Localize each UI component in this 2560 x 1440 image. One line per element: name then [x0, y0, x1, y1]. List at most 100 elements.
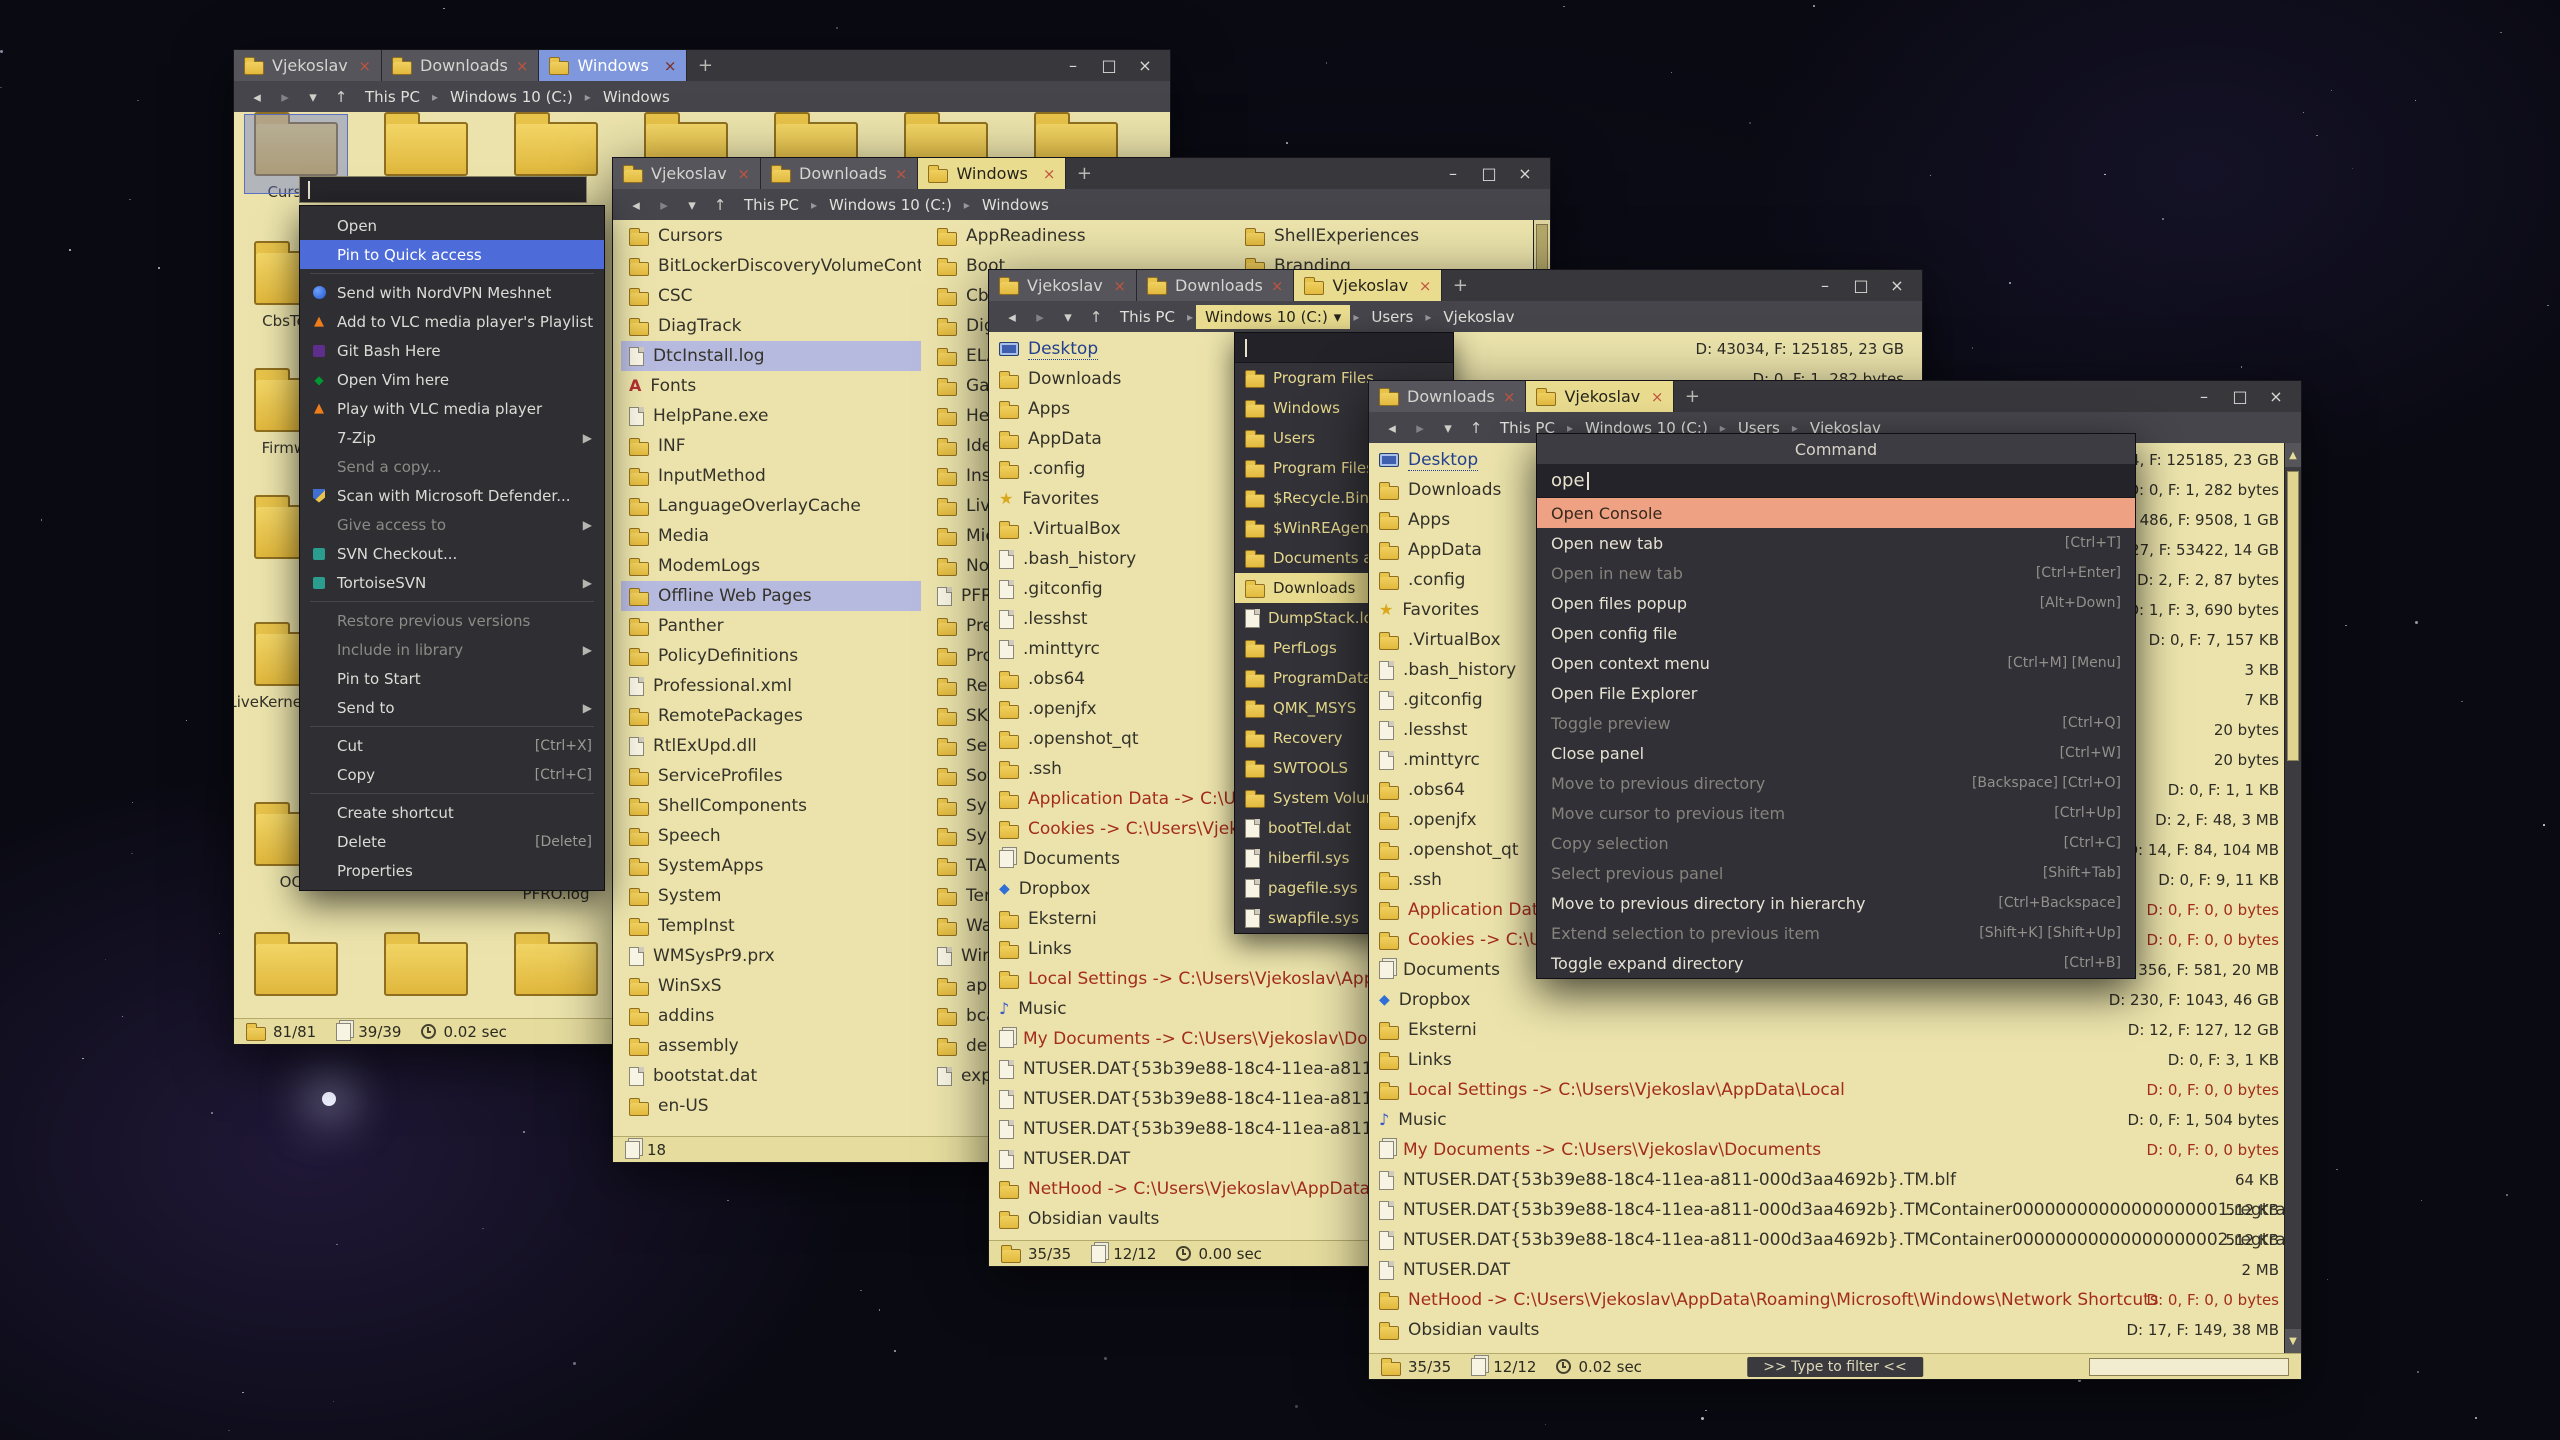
- breadcrumb-this-pc[interactable]: This PC: [1111, 305, 1184, 329]
- type-to-filter-hint[interactable]: >> Type to filter <<: [1747, 1357, 1923, 1377]
- menu-item-give-access-to[interactable]: Give access to▶: [300, 510, 604, 539]
- file-item-diagtrack[interactable]: DiagTrack: [621, 311, 921, 341]
- palette-item-open-in-new-tab[interactable]: Open in new tab[Ctrl+Enter]: [1537, 558, 2135, 588]
- forward-button[interactable]: ▸: [1407, 419, 1433, 437]
- breadcrumb-users[interactable]: Users: [1362, 305, 1422, 329]
- tab-vjekoslav[interactable]: Vjekoslav×: [234, 50, 382, 81]
- status-filter-input[interactable]: [2089, 1358, 2289, 1376]
- tab-close-icon[interactable]: ×: [895, 165, 908, 183]
- breadcrumb-windows[interactable]: Windows: [973, 193, 1058, 217]
- palette-item-move-to-previous-directory-in-hierarchy[interactable]: Move to previous directory in hierarchy[…: [1537, 888, 2135, 918]
- minimize-button[interactable]: –: [1058, 56, 1088, 75]
- history-dropdown-button[interactable]: ▾: [679, 196, 705, 214]
- menu-item-7-zip[interactable]: 7-Zip▶: [300, 423, 604, 452]
- file-item-bootstat-dat[interactable]: bootstat.dat: [621, 1061, 921, 1091]
- tab-windows[interactable]: Windows×: [539, 50, 687, 81]
- file-item-ntuser-dat-53b39e88-18c4-11ea-a811-000d3aa4692b-tm-blf[interactable]: NTUSER.DAT{53b39e88-18c4-11ea-a811-000d3…: [1369, 1165, 2283, 1195]
- new-tab-button[interactable]: +: [687, 50, 723, 81]
- breadcrumb-windows-10-c[interactable]: Windows 10 (C:)▾: [1196, 305, 1350, 329]
- menu-item-git-bash-here[interactable]: Git Bash Here: [300, 336, 604, 365]
- breadcrumb-windows[interactable]: Windows: [594, 85, 679, 109]
- file-item-speech[interactable]: Speech: [621, 821, 921, 851]
- file-item-languageoverlaycache[interactable]: LanguageOverlayCache: [621, 491, 921, 521]
- file-item-media[interactable]: Media: [621, 521, 921, 551]
- up-button[interactable]: ↑: [328, 88, 354, 106]
- tab-close-icon[interactable]: ×: [1419, 277, 1432, 295]
- menu-item-play-with-vlc-media-player[interactable]: ▲Play with VLC media player: [300, 394, 604, 423]
- file-item-modemlogs[interactable]: ModemLogs: [621, 551, 921, 581]
- tab-vjekoslav[interactable]: Vjekoslav×: [989, 270, 1137, 301]
- tab-downloads[interactable]: Downloads×: [382, 50, 539, 81]
- file-item-system[interactable]: System: [621, 881, 921, 911]
- file-item-rtlexupd-dll[interactable]: RtlExUpd.dll: [621, 731, 921, 761]
- minimize-button[interactable]: –: [1810, 276, 1840, 295]
- tab-close-icon[interactable]: ×: [1113, 277, 1126, 295]
- breadcrumb-this-pc[interactable]: This PC: [735, 193, 808, 217]
- breadcrumb-vjekoslav[interactable]: Vjekoslav: [1434, 305, 1523, 329]
- menu-item-send-a-copy[interactable]: Send a copy...: [300, 452, 604, 481]
- forward-button[interactable]: ▸: [651, 196, 677, 214]
- menu-item-send-with-nordvpn-meshnet[interactable]: Send with NordVPN Meshnet: [300, 278, 604, 307]
- grid-item-folder[interactable]: [496, 122, 616, 176]
- file-item-remotepackages[interactable]: RemotePackages: [621, 701, 921, 731]
- breadcrumb-this-pc[interactable]: This PC: [356, 85, 429, 109]
- menu-item-properties[interactable]: Properties: [300, 856, 604, 885]
- file-item-nethood[interactable]: NetHood -> C:\Users\Vjekoslav\AppData\Ro…: [1369, 1285, 2283, 1315]
- tab-close-icon[interactable]: ×: [1503, 388, 1516, 406]
- menu-item-restore-previous-versions[interactable]: Restore previous versions: [300, 606, 604, 635]
- palette-item-copy-selection[interactable]: Copy selection[Ctrl+C]: [1537, 828, 2135, 858]
- close-button[interactable]: ×: [1130, 56, 1160, 75]
- file-item-music[interactable]: ♪MusicD: 0, F: 1, 504 bytes: [1369, 1105, 2283, 1135]
- forward-button[interactable]: ▸: [272, 88, 298, 106]
- file-item-assembly[interactable]: assembly: [621, 1031, 921, 1061]
- close-button[interactable]: ×: [1510, 164, 1540, 183]
- tab-windows[interactable]: Windows×: [918, 158, 1066, 189]
- file-item-dtcinstall-log[interactable]: DtcInstall.log: [621, 341, 921, 371]
- file-item-systemapps[interactable]: SystemApps: [621, 851, 921, 881]
- file-item-en-us[interactable]: en-US: [621, 1091, 921, 1121]
- file-item-my-documents[interactable]: My Documents -> C:\Users\Vjekoslav\Docum…: [1369, 1135, 2283, 1165]
- file-item-helppane-exe[interactable]: HelpPane.exe: [621, 401, 921, 431]
- menu-item-svn-checkout[interactable]: SVN Checkout...: [300, 539, 604, 568]
- maximize-button[interactable]: □: [1474, 164, 1504, 183]
- grid-item-folder[interactable]: [366, 942, 486, 996]
- command-palette-input[interactable]: ope: [1537, 464, 2135, 498]
- palette-item-open-files-popup[interactable]: Open files popup[Alt+Down]: [1537, 588, 2135, 618]
- palette-item-close-panel[interactable]: Close panel[Ctrl+W]: [1537, 738, 2135, 768]
- menu-item-send-to[interactable]: Send to▶: [300, 693, 604, 722]
- new-tab-button[interactable]: +: [1442, 270, 1478, 301]
- palette-item-open-config-file[interactable]: Open config file: [1537, 618, 2135, 648]
- file-item-panther[interactable]: Panther: [621, 611, 921, 641]
- breadcrumb-windows-10-c[interactable]: Windows 10 (C:): [441, 85, 582, 109]
- tab-close-icon[interactable]: ×: [1651, 388, 1664, 406]
- menu-item-open-vim-here[interactable]: ◆Open Vim here: [300, 365, 604, 394]
- tab-close-icon[interactable]: ×: [358, 57, 371, 75]
- menu-item-include-in-library[interactable]: Include in library▶: [300, 635, 604, 664]
- win3-tabbar[interactable]: Vjekoslav×Downloads×Vjekoslav×+–□×: [989, 270, 1922, 301]
- menu-item-delete[interactable]: Delete[Delete]: [300, 827, 604, 856]
- menu-item-tortoisesvn[interactable]: TortoiseSVN▶: [300, 568, 604, 597]
- palette-item-move-to-previous-directory[interactable]: Move to previous directory[Backspace] [C…: [1537, 768, 2135, 798]
- file-item-ntuser-dat[interactable]: NTUSER.DAT2 MB: [1369, 1255, 2283, 1285]
- tab-downloads[interactable]: Downloads×: [1369, 381, 1526, 412]
- palette-item-extend-selection-to-previous-item[interactable]: Extend selection to previous item[Shift+…: [1537, 918, 2135, 948]
- inline-filter-input[interactable]: [299, 176, 587, 203]
- minimize-button[interactable]: –: [2189, 387, 2219, 406]
- file-item-inputmethod[interactable]: InputMethod: [621, 461, 921, 491]
- file-item-dropbox[interactable]: ◆DropboxD: 230, F: 1043, 46 GB: [1369, 985, 2283, 1015]
- file-item-inf[interactable]: INF: [621, 431, 921, 461]
- menu-item-cut[interactable]: Cut[Ctrl+X]: [300, 731, 604, 760]
- scroll-down-arrow-icon[interactable]: ▼: [2285, 1329, 2301, 1353]
- menu-item-copy[interactable]: Copy[Ctrl+C]: [300, 760, 604, 789]
- drive-dropdown-filter-input[interactable]: [1235, 333, 1453, 363]
- file-item-shellexperiences[interactable]: ShellExperiences: [1237, 221, 1537, 251]
- up-button[interactable]: ↑: [1463, 419, 1489, 437]
- palette-item-toggle-expand-directory[interactable]: Toggle expand directory[Ctrl+B]: [1537, 948, 2135, 978]
- tab-close-icon[interactable]: ×: [516, 57, 529, 75]
- palette-item-toggle-preview[interactable]: Toggle preview[Ctrl+Q]: [1537, 708, 2135, 738]
- tab-vjekoslav[interactable]: Vjekoslav×: [1526, 381, 1674, 412]
- file-item-tempinst[interactable]: TempInst: [621, 911, 921, 941]
- history-dropdown-button[interactable]: ▾: [1435, 419, 1461, 437]
- win1-tabbar[interactable]: Vjekoslav×Downloads×Windows×+–□×: [234, 50, 1170, 81]
- file-item-bitlockerdiscoveryvolumecontents[interactable]: BitLockerDiscoveryVolumeContents: [621, 251, 921, 281]
